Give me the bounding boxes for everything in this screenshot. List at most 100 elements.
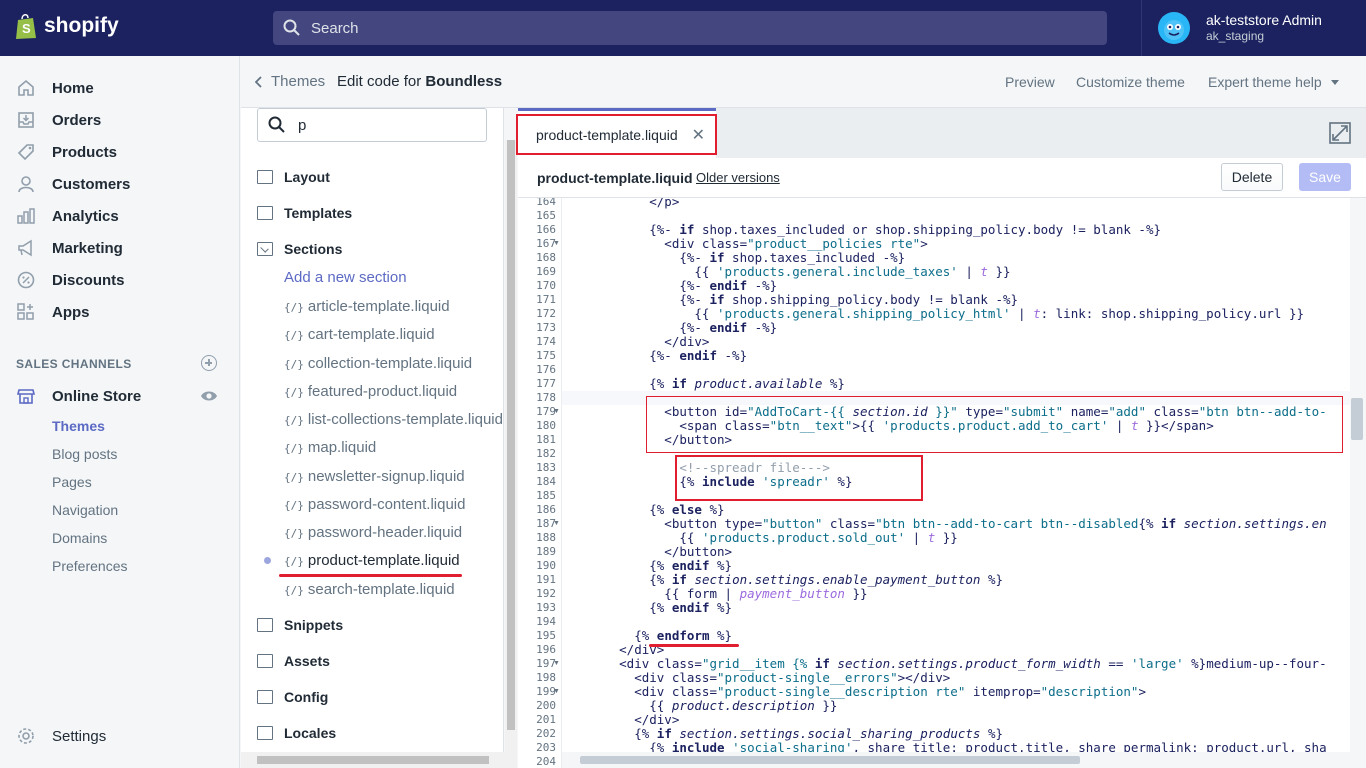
code-line: {%- if shop.taxes_included -%} (574, 250, 906, 265)
sidebar-item-customers[interactable]: Customers (16, 172, 130, 196)
sidebar-item-label: Analytics (52, 207, 119, 225)
sidebar-subitem-preferences[interactable]: Preferences (52, 558, 127, 574)
editor-hscrollbar[interactable] (562, 752, 1350, 768)
person-icon (16, 174, 36, 194)
eye-icon[interactable] (200, 389, 218, 406)
code-editor[interactable]: 164 165 166 167 ▼ 168 169 170 171 172 173 174 175 176… (518, 198, 1366, 768)
page-header: Themes Edit code for Boundless Preview C… (241, 56, 1366, 108)
file-search-template[interactable]: {/} search-template.liquid (284, 581, 455, 598)
line-number: 192 (536, 587, 556, 600)
liquid-file-icon: {/} (284, 499, 304, 512)
code-line: {% if product.available %} (574, 376, 845, 391)
scrollbar-thumb[interactable] (580, 756, 1080, 764)
folder-label: Sections (284, 241, 343, 257)
line-number: 178 (536, 391, 556, 404)
fold-arrow-icon[interactable]: ▼ (553, 408, 560, 415)
sidebar-item-label: Marketing (52, 239, 123, 257)
endform-underline (649, 644, 739, 647)
store-icon (16, 386, 36, 406)
editor-scrollbar[interactable] (1350, 198, 1366, 768)
sidebar-subitem-domains[interactable]: Domains (52, 530, 107, 546)
file-newsletter-signup[interactable]: {/} newsletter-signup.liquid (284, 468, 465, 485)
file-list-collections-template[interactable]: {/} list-collections-template.liquid (284, 411, 503, 428)
sidebar-item-online-store[interactable]: Online Store (16, 384, 141, 408)
code-line: {{ form | payment_button }} (574, 586, 868, 601)
folder-layout[interactable]: Layout (257, 167, 330, 187)
sidebar-item-apps[interactable]: Apps (16, 300, 90, 324)
line-number: 175 (536, 349, 556, 362)
code-line: <div class="product-single__description … (574, 684, 1146, 699)
sidebar-item-marketing[interactable]: Marketing (16, 236, 123, 260)
sidebar-item-orders[interactable]: Orders (16, 108, 101, 132)
line-number: 181 (536, 433, 556, 446)
preview-link[interactable]: Preview (1005, 74, 1055, 90)
file-password-header[interactable]: {/} password-header.liquid (284, 524, 462, 541)
file-label: product-template.liquid (307, 552, 460, 569)
fold-arrow-icon[interactable]: ▼ (553, 660, 560, 667)
folder-label: Templates (284, 205, 353, 221)
save-button[interactable]: Save (1299, 163, 1351, 191)
folder-templates[interactable]: Templates (257, 203, 352, 223)
line-number: 204 (536, 755, 556, 768)
file-password-content[interactable]: {/} password-content.liquid (284, 496, 465, 513)
scrollbar-thumb[interactable] (1351, 398, 1363, 440)
older-versions-link[interactable]: Older versions (696, 170, 780, 185)
file-article-template[interactable]: {/} article-template.liquid (284, 298, 450, 315)
liquid-file-icon: {/} (284, 527, 304, 540)
scrollbar-thumb[interactable] (257, 756, 489, 764)
fold-arrow-icon[interactable]: ▼ (553, 688, 560, 695)
file-product-template[interactable]: {/} product-template.liquid (284, 552, 460, 569)
folder-locales[interactable]: Locales (257, 723, 336, 743)
search-icon (283, 19, 301, 37)
line-number: 187 (536, 517, 556, 530)
sidebar-subitem-pages[interactable]: Pages (52, 474, 92, 490)
sidebar-subitem-blog-posts[interactable]: Blog posts (52, 446, 117, 462)
file-map[interactable]: {/} map.liquid (284, 439, 376, 456)
file-panel-scrollbar[interactable] (505, 140, 517, 768)
sidebar-item-home[interactable]: Home (16, 76, 94, 100)
liquid-file-icon: {/} (284, 584, 304, 597)
code-line: <div class="grid__item {% if section.set… (574, 656, 1327, 671)
liquid-file-icon: {/} (284, 301, 304, 314)
sidebar-item-analytics[interactable]: Analytics (16, 204, 119, 228)
sidebar-item-settings[interactable]: Settings (16, 724, 106, 748)
line-number: 201 (536, 713, 556, 726)
sidebar-subitem-themes[interactable]: Themes (52, 418, 105, 434)
expert-theme-help-link[interactable]: Expert theme help (1208, 74, 1339, 90)
sidebar-item-products[interactable]: Products (16, 140, 117, 164)
folder-icon (257, 726, 273, 740)
file-panel-hscrollbar[interactable] (241, 752, 505, 768)
scrollbar-thumb[interactable] (507, 140, 515, 730)
add-new-section-link[interactable]: Add a new section (284, 269, 407, 286)
file-cart-template[interactable]: {/} cart-template.liquid (284, 326, 435, 343)
highlight-underline (279, 574, 462, 577)
fullscreen-icon[interactable] (1329, 122, 1351, 147)
folder-assets[interactable]: Assets (257, 651, 330, 671)
line-number: 195 (536, 629, 556, 642)
sidebar-subitem-navigation[interactable]: Navigation (52, 502, 118, 518)
fold-arrow-icon[interactable]: ▼ (553, 520, 560, 527)
active-file-indicator (264, 557, 271, 564)
folder-icon (257, 206, 273, 220)
folder-sections[interactable]: Sections (257, 239, 342, 259)
folder-icon (257, 654, 273, 668)
file-featured-product[interactable]: {/} featured-product.liquid (284, 383, 457, 400)
line-number: 172 (536, 307, 556, 320)
back-to-themes-link[interactable]: Themes (255, 73, 325, 90)
tab-highlight-box (516, 114, 717, 155)
customize-theme-link[interactable]: Customize theme (1076, 74, 1185, 90)
search-input[interactable]: Search (273, 11, 1107, 45)
code-line: <div class="product-single__errors"></di… (574, 670, 951, 685)
folder-config[interactable]: Config (257, 687, 328, 707)
account-menu[interactable]: ak-teststore Admin ak_staging (1141, 0, 1366, 56)
fold-arrow-icon[interactable]: ▼ (553, 240, 560, 247)
add-channel-icon[interactable] (201, 355, 217, 371)
liquid-file-icon: {/} (284, 442, 304, 455)
delete-button[interactable]: Delete (1221, 163, 1283, 191)
folder-snippets[interactable]: Snippets (257, 615, 343, 635)
line-number: 165 (536, 209, 556, 222)
file-search-input[interactable]: p (257, 108, 487, 142)
shopify-logo[interactable]: S shopify (14, 12, 119, 40)
sidebar-item-discounts[interactable]: Discounts (16, 268, 125, 292)
file-collection-template[interactable]: {/} collection-template.liquid (284, 355, 472, 372)
